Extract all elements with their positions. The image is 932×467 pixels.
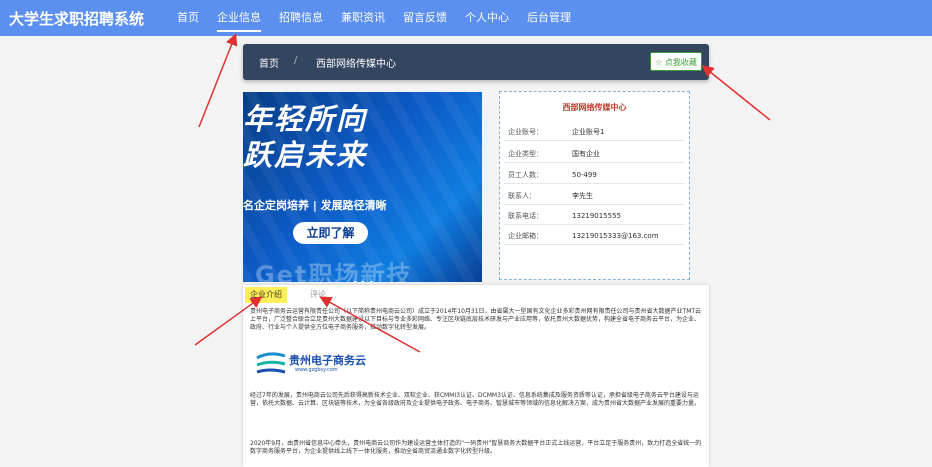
logo-url: www.gzgbsy.com (295, 367, 338, 373)
carousel-dot[interactable] (368, 281, 373, 282)
info-label: 联系人： (508, 192, 536, 200)
breadcrumb-current: 西部网络传媒中心 (316, 59, 396, 70)
nav-item-admin[interactable]: 后台管理 (518, 0, 580, 36)
info-value: 国有企业 (572, 150, 600, 158)
banner-subline: 名企定岗培养 | 发展路径清晰 (243, 199, 387, 212)
favorite-button[interactable]: ☆ 点我收藏 (650, 52, 702, 71)
info-row: 联系人： 李先生 (504, 188, 685, 205)
company-detail-tabs: 企业介绍 评论 贵州电子商务云运营有限责任公司（以下简称贵州电商云公司）成立于2… (243, 285, 709, 467)
info-row: 企业类型： 国有企业 (504, 146, 685, 163)
company-name: 西部网络传媒中心 (562, 103, 627, 112)
intro-paragraph: 贵州电子商务云运营有限责任公司（以下简称贵州电商云公司）成立于2014年10月3… (250, 308, 702, 331)
info-label: 联系电话： (508, 212, 543, 220)
nav-item-company-info[interactable]: 企业信息 (208, 0, 270, 36)
info-value: 13219015555 (572, 212, 621, 220)
main-nav: 首页 企业信息 招聘信息 兼职资讯 留言反馈 个人中心 后台管理 (168, 0, 580, 36)
cloud-logo-icon (256, 352, 286, 374)
breadcrumb-home[interactable]: 首页 (259, 55, 279, 70)
carousel-dots[interactable] (243, 270, 482, 282)
nav-item-home[interactable]: 首页 (168, 0, 208, 36)
arrow-to-favorite-button (701, 65, 771, 121)
banner-headline-2: 跃启未来 (243, 138, 368, 172)
info-label: 企业类型： (508, 150, 543, 158)
info-row: 员工人数： 50-499 (504, 167, 685, 184)
tab-comments[interactable]: 评论 (305, 287, 331, 303)
carousel-dot[interactable] (352, 281, 357, 282)
logo-text: 贵州电子商务云 (289, 354, 366, 367)
company-info-card: 西部网络传媒中心 企业账号： 企业账号1 企业类型： 国有企业 员工人数： 50… (499, 91, 690, 280)
nav-item-personal-center[interactable]: 个人中心 (456, 0, 518, 36)
info-row: 联系电话： 13219015555 (504, 208, 685, 225)
site-brand[interactable]: 大学生求职招聘系统 (9, 8, 144, 29)
nav-item-part-time[interactable]: 兼职资讯 (332, 0, 394, 36)
info-label: 企业邮箱： (508, 232, 543, 240)
info-value: 企业账号1 (572, 128, 605, 136)
info-label: 企业账号： (508, 128, 543, 136)
banner-learn-more-button[interactable]: 立即了解 (293, 222, 368, 244)
info-value: 13219015333@163.com (572, 232, 659, 240)
info-row: 企业账号： 企业账号1 (504, 124, 685, 141)
intro-paragraph: 2020年9月，由贵州省信息中心牵头，贵州电商云公司作为建设运营主体打造的“一码… (250, 440, 702, 455)
breadcrumb-separator: / (294, 55, 298, 66)
info-row: 企业邮箱： 13219015333@163.com (504, 228, 685, 245)
info-label: 员工人数： (508, 171, 543, 179)
breadcrumb: 首页 / 西部网络传媒中心 (243, 44, 709, 80)
tab-company-intro[interactable]: 企业介绍 (245, 287, 287, 303)
carousel-dot[interactable] (360, 281, 365, 282)
top-navbar: 大学生求职招聘系统 首页 企业信息 招聘信息 兼职资讯 留言反馈 个人中心 后台… (0, 0, 932, 36)
nav-item-recruitment[interactable]: 招聘信息 (270, 0, 332, 36)
nav-item-feedback[interactable]: 留言反馈 (394, 0, 456, 36)
info-value: 李先生 (572, 192, 593, 200)
promo-banner[interactable]: 年轻所向 跃启未来 名企定岗培养 | 发展路径清晰 立即了解 Get职场新技 (243, 92, 482, 282)
arrow-to-company-nav (198, 33, 238, 128)
company-logo: 贵州电子商务云 www.gzgbsy.com (255, 350, 375, 380)
intro-paragraph: 经过7年的发展，贵州电商云公司先后获得高新技术企业、双软企业、获CMMI3认证、… (250, 392, 701, 407)
info-value: 50-499 (572, 171, 597, 179)
